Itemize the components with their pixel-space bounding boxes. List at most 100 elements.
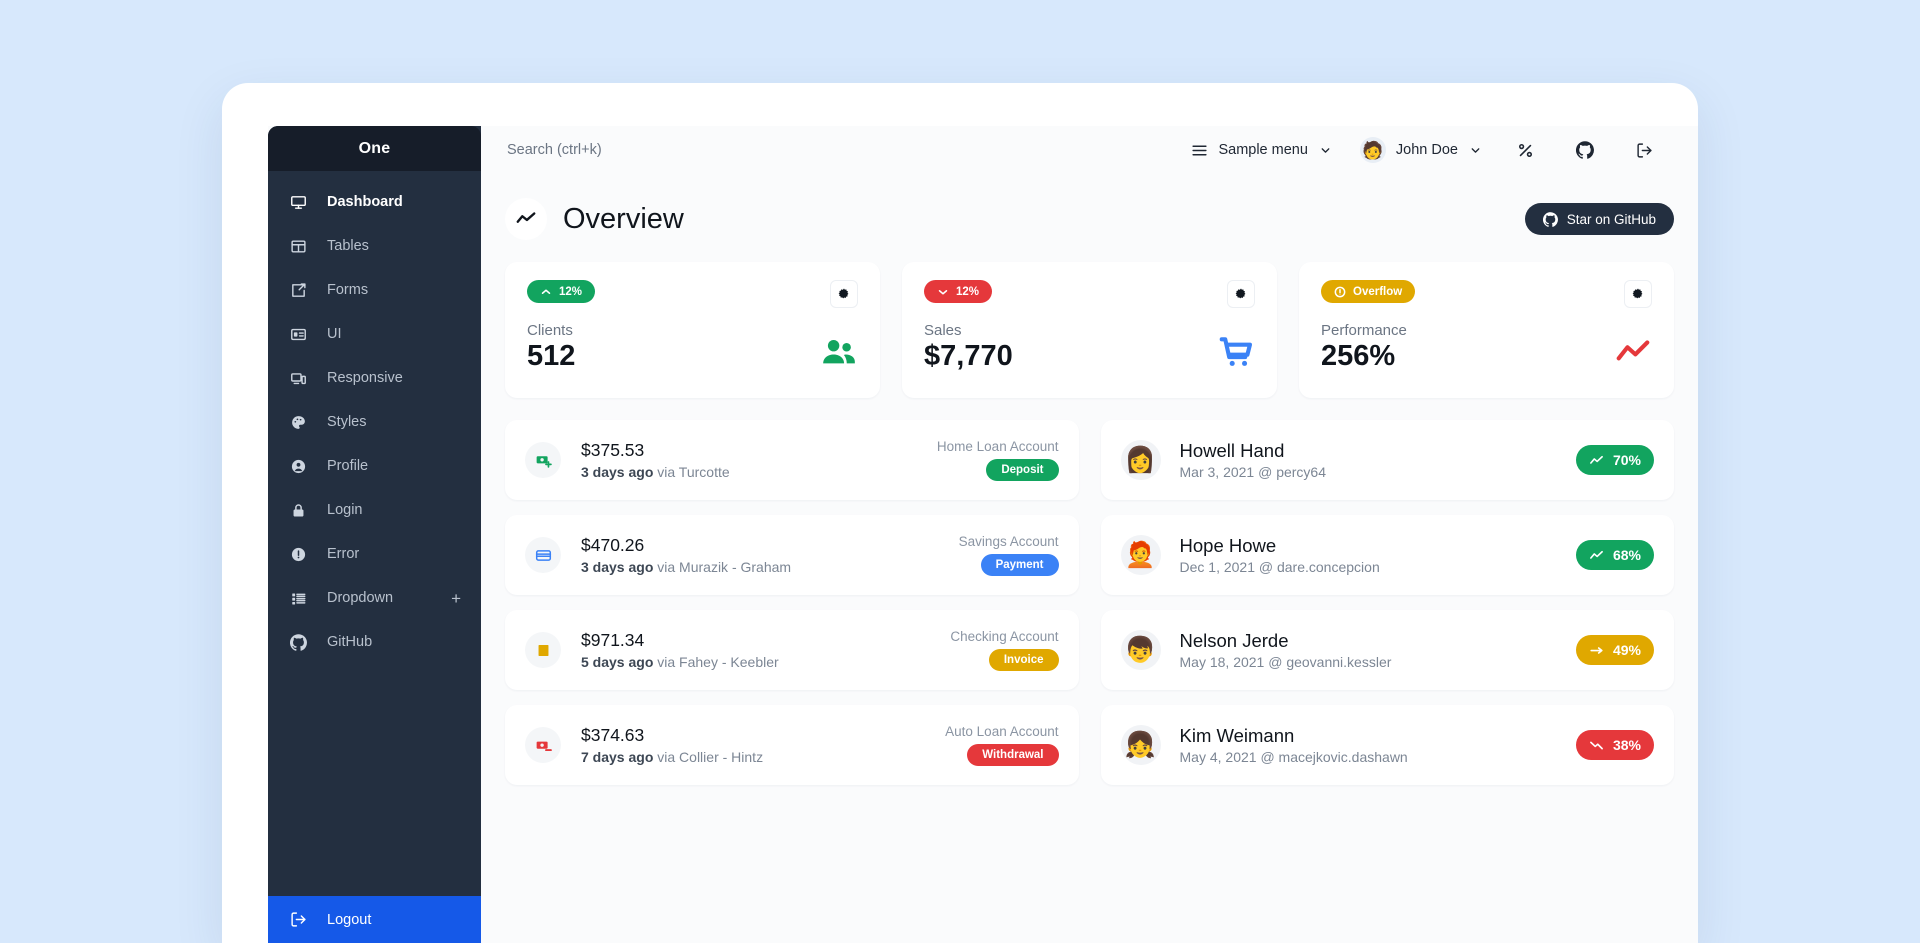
transaction-meta: Checking Account Invoice xyxy=(950,629,1059,671)
stat-card-top: Overflow xyxy=(1321,280,1652,308)
client-row[interactable]: 🧑‍🦰 Hope Howe Dec 1, 2021 @ dare.concepcio… xyxy=(1100,515,1674,595)
client-name: Nelson Jerde xyxy=(1179,630,1289,651)
client-row[interactable]: 👧 Kim Weimann May 4, 2021 @ macejkovic.das… xyxy=(1100,705,1674,785)
stat-card-clients: 12% Clients 512 xyxy=(505,262,880,398)
github-icon xyxy=(1576,141,1594,159)
sidebar-header: One xyxy=(268,126,481,171)
sidebar-item-forms[interactable]: Forms xyxy=(268,268,481,312)
client-details: Howell Hand Mar 3, 2021 @ percy64 xyxy=(1180,440,1327,480)
transaction-via: via Collier - Hintz xyxy=(657,749,764,765)
transaction-via: via Murazik - Graham xyxy=(657,559,792,575)
page-header: Overview Star on GitHub xyxy=(505,174,1674,262)
theme-toggle-button[interactable] xyxy=(1496,126,1555,174)
sample-menu-button[interactable]: Sample menu xyxy=(1177,126,1345,174)
app-window: One Dashboard Tables Forms UI Responsive Styl… xyxy=(222,83,1698,943)
client-progress-badge: 68% xyxy=(1576,540,1654,570)
stat-card-trend-label: 12% xyxy=(559,285,583,298)
stat-card-label: Performance xyxy=(1321,322,1407,339)
sidebar-item-error[interactable]: Error xyxy=(268,532,481,576)
chevron-up-icon xyxy=(540,286,552,298)
client-row[interactable]: 👦 Nelson Jerde May 18, 2021 @ geovanni.kes… xyxy=(1100,610,1674,690)
sidebar-item-responsive[interactable]: Responsive xyxy=(268,356,481,400)
page-content: Overview Star on GitHub 12% Clients 512 12%… xyxy=(481,174,1698,943)
transaction-meta: Savings Account Payment xyxy=(959,534,1059,576)
search-input[interactable] xyxy=(507,142,807,158)
transaction-subtitle: 7 days ago via Collier - Hintz xyxy=(581,749,763,765)
transaction-row[interactable]: $375.53 3 days ago via Turcotte Home Loan … xyxy=(505,420,1079,500)
stat-card-settings-button[interactable] xyxy=(1624,280,1652,308)
stat-card-settings-button[interactable] xyxy=(1227,280,1255,308)
stat-card-performance: Overflow Performance 256% xyxy=(1299,262,1674,398)
sidebar-menu: Dashboard Tables Forms UI Responsive Styles Pr… xyxy=(268,171,481,896)
transaction-amount: $375.53 xyxy=(581,440,645,460)
stat-card-settings-button[interactable] xyxy=(830,280,858,308)
trend-line-icon xyxy=(1614,333,1652,371)
sidebar-item-login[interactable]: Login xyxy=(268,488,481,532)
alert-icon xyxy=(290,546,312,563)
github-icon xyxy=(290,633,312,651)
status-badge: Payment xyxy=(980,554,1059,576)
sidebar-logout-button[interactable]: Logout xyxy=(268,896,481,943)
sidebar-item-profile[interactable]: Profile xyxy=(268,444,481,488)
transaction-subtitle: 3 days ago via Turcotte xyxy=(581,464,730,480)
layout-icon xyxy=(290,326,312,343)
sidebar-item-styles[interactable]: Styles xyxy=(268,400,481,444)
topbar-logout-button[interactable] xyxy=(1615,126,1674,174)
client-progress-label: 38% xyxy=(1612,737,1642,753)
transaction-details: $374.63 7 days ago via Collier - Hintz xyxy=(581,725,763,765)
stat-card-value: 512 xyxy=(527,340,576,372)
stat-card-body: Performance 256% xyxy=(1321,322,1652,371)
transaction-amount: $374.63 xyxy=(581,725,645,745)
devices-icon xyxy=(290,370,312,387)
avatar: 🧑‍🦰 xyxy=(1120,535,1161,575)
github-icon xyxy=(1542,211,1558,227)
logout-icon xyxy=(1636,142,1653,159)
transaction-meta: Home Loan Account Deposit xyxy=(937,439,1059,481)
sidebar-item-dashboard[interactable]: Dashboard xyxy=(268,180,481,224)
client-progress-label: 68% xyxy=(1612,547,1642,563)
client-meta: May 18, 2021 @ geovanni.kessler xyxy=(1179,654,1392,670)
sidebar-item-label: Styles xyxy=(327,414,367,430)
trend-up-icon xyxy=(1589,453,1604,468)
sidebar-item-expand-icon[interactable]: + xyxy=(451,590,461,607)
user-menu-button[interactable]: 🧑 John Doe xyxy=(1346,126,1496,174)
sidebar-item-ui[interactable]: UI xyxy=(268,312,481,356)
client-row[interactable]: 👩 Howell Hand Mar 3, 2021 @ percy64 70% xyxy=(1100,420,1674,500)
stat-card-body: Clients 512 xyxy=(527,322,858,371)
stat-card-trend-label: 12% xyxy=(956,285,980,298)
account-icon xyxy=(290,458,312,475)
palette-icon xyxy=(290,414,312,431)
stat-card-sales: 12% Sales $7,770 xyxy=(902,262,1277,398)
cart-icon xyxy=(1217,333,1255,371)
stat-card-text: Sales $7,770 xyxy=(924,322,1013,371)
avatar: 👩 xyxy=(1120,440,1161,480)
stat-card-top: 12% xyxy=(924,280,1255,308)
stat-card-text: Performance 256% xyxy=(1321,322,1407,371)
transaction-account: Checking Account xyxy=(950,629,1059,644)
stat-card-value: 256% xyxy=(1321,340,1396,372)
transaction-row[interactable]: $971.34 5 days ago via Fahey - Keebler Che… xyxy=(505,610,1079,690)
transaction-time: 5 days ago xyxy=(581,654,654,670)
avatar: 🧑 xyxy=(1359,137,1386,163)
github-link-button[interactable] xyxy=(1555,126,1615,174)
sidebar-item-dropdown[interactable]: Dropdown + xyxy=(268,576,481,620)
transaction-row[interactable]: $374.63 7 days ago via Collier - Hintz Aut… xyxy=(505,705,1079,785)
sidebar-item-tables[interactable]: Tables xyxy=(268,224,481,268)
chevron-down-icon xyxy=(937,286,949,298)
transaction-via: via Turcotte xyxy=(657,464,730,480)
page-title: Overview xyxy=(563,202,684,235)
transaction-subtitle: 5 days ago via Fahey - Keebler xyxy=(581,654,779,670)
clients-list: 👩 Howell Hand Mar 3, 2021 @ percy64 70% 🧑‍🦰 H… xyxy=(1100,420,1674,800)
transaction-subtitle: 3 days ago via Murazik - Graham xyxy=(581,559,791,575)
sidebar-item-label: Forms xyxy=(327,282,369,298)
sidebar-item-github[interactable]: GitHub xyxy=(268,620,481,664)
stat-card-trend-pill: Overflow xyxy=(1321,280,1416,303)
client-meta: Mar 3, 2021 @ percy64 xyxy=(1179,464,1327,480)
table-icon xyxy=(290,238,312,255)
topbar: Sample menu 🧑 John Doe xyxy=(481,126,1698,174)
people-icon xyxy=(820,333,858,371)
transaction-meta: Auto Loan Account Withdrawal xyxy=(945,724,1059,766)
topbar-right-group: Sample menu 🧑 John Doe xyxy=(1177,126,1674,174)
transaction-row[interactable]: $470.26 3 days ago via Murazik - Graham Sa… xyxy=(505,515,1079,595)
star-on-github-button[interactable]: Star on GitHub xyxy=(1524,203,1674,235)
